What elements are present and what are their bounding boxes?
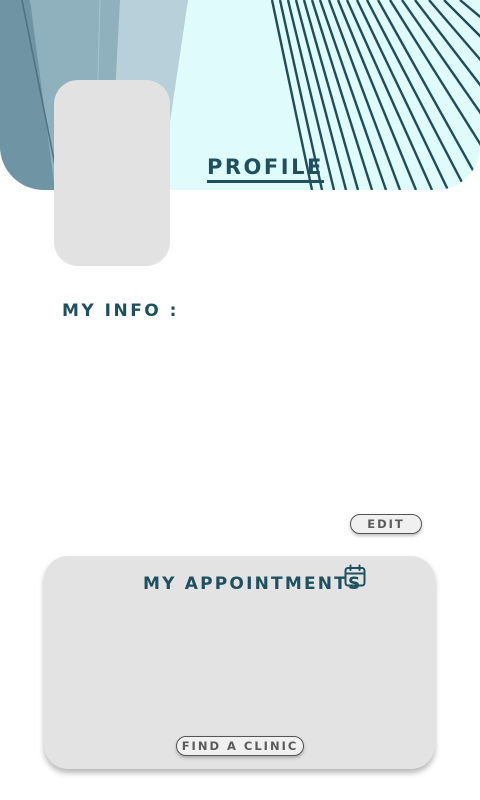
edit-button[interactable]: EDIT <box>350 514 422 534</box>
calendar-icon[interactable] <box>343 564 367 588</box>
my-info-label: MY INFO : <box>62 301 179 321</box>
avatar[interactable] <box>54 80 170 266</box>
appointments-card: MY APPOINTMENTS FIND A CLINIC <box>44 556 435 769</box>
appointments-title: MY APPOINTMENTS <box>143 574 363 594</box>
page-title: PROFILE <box>207 154 324 183</box>
find-clinic-button[interactable]: FIND A CLINIC <box>176 736 304 756</box>
